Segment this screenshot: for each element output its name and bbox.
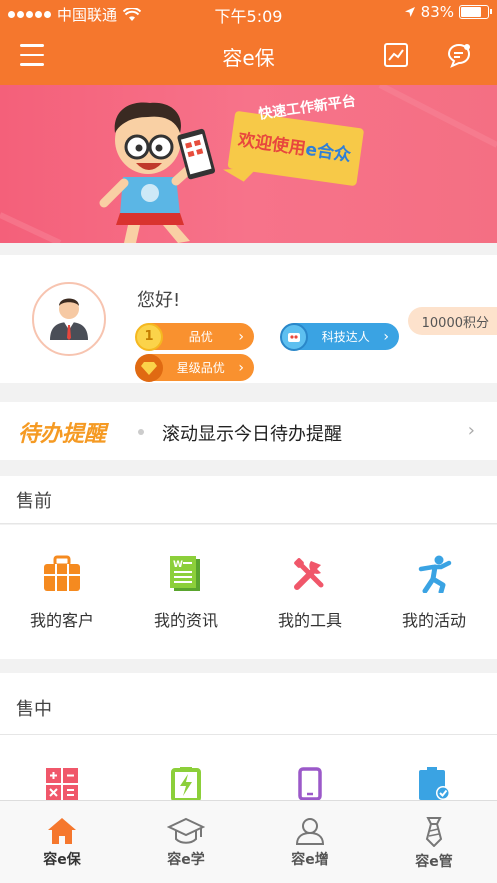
top-bar: 中国联通 下午5:09 83% 容e保 — [0, 0, 497, 85]
points-badge[interactable]: 10000积分 — [407, 307, 497, 335]
message-icon[interactable] — [446, 42, 472, 68]
todo-text: 滚动显示今日待办提醒 — [162, 424, 342, 445]
separator-dot — [138, 429, 144, 435]
clipboard-check-icon — [419, 767, 450, 800]
phone-icon — [298, 767, 322, 801]
badge-pinyou[interactable]: 1 品优 › — [135, 322, 254, 351]
grid-item-my-tools[interactable]: 我的工具 — [248, 555, 372, 631]
grid-item-my-activities[interactable]: 我的活动 — [372, 555, 496, 631]
battery-charge-icon — [171, 767, 201, 801]
page-title: 容e保 — [222, 46, 275, 70]
badge-label: 品优 — [188, 330, 213, 344]
banner-illustration — [0, 85, 497, 243]
home-icon — [48, 818, 76, 844]
image-chart-icon[interactable] — [383, 42, 409, 68]
badge-tech-expert[interactable]: 科技达人 › — [280, 322, 399, 351]
section-insale-header: 售中 — [0, 673, 497, 735]
user-icon — [295, 818, 325, 845]
grid-item-label: 我的资讯 — [153, 611, 218, 630]
tab-rong-e-guan[interactable]: 容e管 — [372, 801, 496, 883]
section-insale-grid — [0, 735, 497, 801]
status-bar: 中国联通 下午5:09 83% — [0, 0, 497, 26]
tab-rong-e-zeng[interactable]: 容e增 — [248, 801, 372, 883]
avatar[interactable] — [32, 282, 106, 356]
runner-icon — [418, 555, 452, 593]
welcome-banner[interactable]: 快速工作新平台 欢迎使用e合众 — [0, 85, 497, 243]
grid-item-my-news[interactable]: W 我的资讯 — [124, 555, 248, 631]
grid-item-battery[interactable] — [124, 767, 248, 801]
tab-bar: 容e保 容e学 容e增 容e管 — [0, 800, 497, 883]
battery-icon — [459, 5, 492, 19]
robot-icon — [280, 322, 308, 351]
grid-item-phone[interactable] — [248, 767, 372, 801]
briefcase-icon — [44, 555, 80, 591]
tab-label: 容e学 — [167, 852, 205, 868]
tools-icon — [294, 558, 324, 590]
chevron-right-icon: › — [238, 328, 244, 345]
calculator-icon — [46, 768, 78, 800]
battery-percent: 83% — [420, 3, 454, 21]
user-card: 您好! 1 品优 › 科技达人 › 星级品优 › 10000积分 — [0, 255, 497, 383]
tab-rong-e-xue[interactable]: 容e学 — [124, 801, 248, 883]
badge-star-pinyou[interactable]: 星级品优 › — [135, 353, 254, 382]
tab-label: 容e增 — [291, 852, 329, 868]
tab-label: 容e管 — [415, 854, 453, 870]
section-presale-header: 售前 — [0, 476, 497, 524]
section-title: 售前 — [16, 491, 52, 512]
tab-rong-e-bao[interactable]: 容e保 — [0, 801, 124, 883]
graduation-cap-icon — [167, 817, 205, 844]
section-title: 售中 — [16, 699, 52, 720]
badge-label: 星级品优 — [176, 361, 225, 375]
section-presale-grid: 我的客户 W 我的资讯 我的工具 我的活动 — [0, 525, 497, 659]
avatar-person-icon — [50, 298, 88, 340]
diamond-icon — [135, 353, 163, 382]
grid-item-label: 我的工具 — [277, 611, 342, 630]
chevron-right-icon: › — [383, 328, 389, 345]
tie-icon — [425, 817, 443, 847]
document-icon: W — [170, 556, 200, 591]
grid-item-label: 我的客户 — [29, 611, 94, 630]
medal-icon: 1 — [135, 322, 163, 351]
grid-item-calculator[interactable] — [0, 767, 124, 801]
grid-item-clipboard[interactable] — [372, 767, 496, 801]
grid-item-my-customers[interactable]: 我的客户 — [0, 555, 124, 631]
chevron-right-icon: › — [467, 420, 475, 441]
todo-reminder[interactable]: 待办提醒 滚动显示今日待办提醒 › — [0, 402, 497, 460]
grid-item-label: 我的活动 — [401, 611, 466, 630]
tab-label: 容e保 — [43, 852, 81, 868]
svg-text:W: W — [173, 560, 183, 570]
badge-label: 科技达人 — [321, 330, 370, 344]
chevron-right-icon: › — [238, 359, 244, 376]
nav-bar: 容e保 — [0, 30, 497, 80]
location-arrow-icon — [404, 7, 415, 17]
greeting: 您好! — [137, 290, 181, 311]
todo-label: 待办提醒 — [18, 422, 107, 447]
